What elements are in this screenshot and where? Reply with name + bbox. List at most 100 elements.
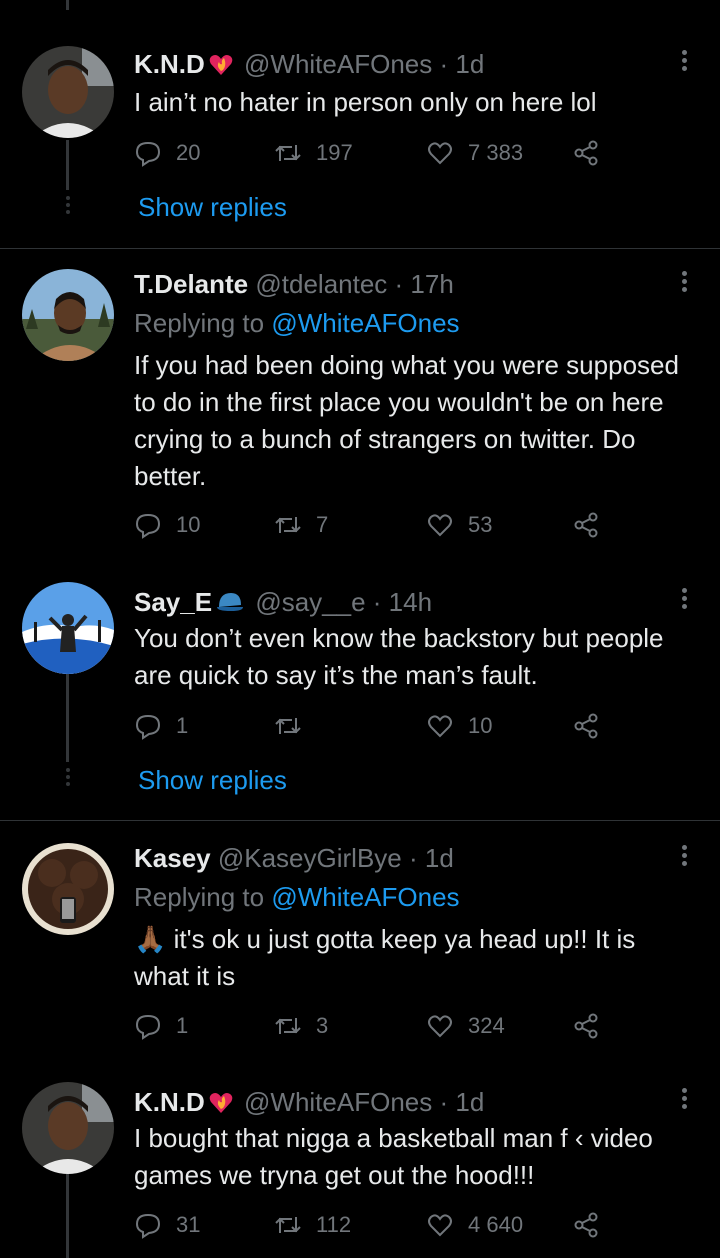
more-icon[interactable] bbox=[676, 845, 692, 869]
replying-prefix: Replying to bbox=[134, 882, 265, 912]
reply-icon bbox=[135, 1014, 161, 1040]
tweet-text: 🙏🏾 it's ok u just gotta keep ya head up!… bbox=[134, 921, 694, 995]
author-handle[interactable]: @tdelantec bbox=[255, 269, 387, 299]
share-button[interactable] bbox=[572, 711, 600, 741]
share-button[interactable] bbox=[572, 510, 600, 540]
reply-count: 31 bbox=[176, 1212, 201, 1237]
retweet-icon bbox=[275, 145, 301, 161]
tweet[interactable]: Kasey @KaseyGirlBye · 1d Replying to @Wh… bbox=[0, 821, 720, 1067]
tweet-header: Kasey @KaseyGirlBye · 1d bbox=[134, 842, 454, 874]
like-icon bbox=[428, 1214, 452, 1237]
tweet-time: · 14h bbox=[372, 587, 433, 617]
tweet-actions: 20 197 7 383 bbox=[134, 138, 614, 168]
mention-link[interactable]: @WhiteAFOnes bbox=[271, 882, 459, 912]
share-icon bbox=[574, 713, 598, 739]
tweet-text: If you had been doing what you were supp… bbox=[134, 350, 679, 491]
show-replies-link[interactable]: Show replies bbox=[138, 765, 287, 796]
replying-to: Replying to @WhiteAFOnes bbox=[134, 307, 460, 339]
like-count: 324 bbox=[468, 1013, 505, 1038]
retweet-count: 3 bbox=[316, 1013, 329, 1038]
reply-count: 1 bbox=[176, 713, 189, 738]
tweet-header: K.N.D @WhiteAFOnes · 1d bbox=[134, 48, 484, 84]
reply-button[interactable]: 31 bbox=[134, 1210, 200, 1240]
share-icon bbox=[574, 140, 598, 166]
author-name[interactable]: K.N.D bbox=[134, 49, 205, 79]
show-replies-link[interactable]: Show replies bbox=[138, 192, 287, 223]
replying-prefix: Replying to bbox=[134, 308, 265, 338]
retweet-icon bbox=[275, 1018, 301, 1034]
retweet-count: 7 bbox=[316, 512, 329, 537]
tweet-actions: 10 7 53 bbox=[134, 510, 614, 540]
tweet[interactable]: K.N.D @WhiteAFOnes · 1d I ain’t no hater… bbox=[0, 0, 720, 248]
reply-count: 20 bbox=[176, 140, 201, 165]
author-handle[interactable]: @WhiteAFOnes bbox=[244, 1087, 432, 1117]
tweet[interactable]: Say_E @say__e · 14h You don’t even know … bbox=[0, 570, 720, 820]
tweet-time: · 1d bbox=[439, 1087, 485, 1117]
like-count: 4 640 bbox=[468, 1212, 524, 1237]
share-icon bbox=[574, 512, 598, 538]
retweet-button[interactable]: 3 bbox=[274, 1011, 328, 1041]
reply-icon bbox=[135, 714, 161, 740]
like-icon bbox=[428, 1015, 452, 1038]
tweet-text: I bought that nigga a basketball man f ‹… bbox=[134, 1123, 653, 1190]
like-icon bbox=[428, 142, 452, 165]
author-name[interactable]: Say_E bbox=[134, 587, 212, 617]
reply-button[interactable]: 10 bbox=[134, 510, 200, 540]
like-button[interactable]: 324 bbox=[426, 1011, 505, 1041]
tweet[interactable]: K.N.D @WhiteAFOnes · 1d I bought that ni… bbox=[0, 1068, 720, 1258]
retweet-button[interactable]: 112 bbox=[274, 1210, 351, 1240]
retweet-button[interactable] bbox=[274, 711, 316, 741]
like-icon bbox=[428, 715, 452, 738]
reply-icon bbox=[135, 513, 161, 539]
share-button[interactable] bbox=[572, 1011, 600, 1041]
pray-emoji: 🙏🏾 bbox=[134, 924, 167, 954]
like-icon bbox=[428, 514, 452, 537]
retweet-count: 197 bbox=[316, 140, 353, 165]
avatar[interactable] bbox=[22, 269, 114, 361]
more-icon[interactable] bbox=[676, 588, 692, 612]
reply-button[interactable]: 1 bbox=[134, 1011, 188, 1041]
heart-fire-emoji bbox=[208, 51, 234, 84]
like-count: 53 bbox=[468, 512, 493, 537]
tweet-time: · 17h bbox=[394, 269, 454, 299]
author-name[interactable]: Kasey bbox=[134, 843, 211, 873]
share-button[interactable] bbox=[572, 1210, 600, 1240]
like-button[interactable]: 4 640 bbox=[426, 1210, 523, 1240]
avatar[interactable] bbox=[22, 582, 114, 674]
share-button[interactable] bbox=[572, 138, 600, 168]
retweet-button[interactable]: 7 bbox=[274, 510, 328, 540]
author-handle[interactable]: @say__e bbox=[255, 587, 365, 617]
share-icon bbox=[574, 1013, 598, 1039]
tweet-actions: 1 3 324 bbox=[134, 1011, 614, 1041]
more-icon[interactable] bbox=[676, 50, 692, 74]
avatar[interactable] bbox=[22, 1082, 114, 1174]
tweet-text: You don’t even know the backstory but pe… bbox=[134, 623, 664, 690]
reply-button[interactable]: 20 bbox=[134, 138, 200, 168]
reply-icon bbox=[135, 1213, 161, 1239]
tweet-text: I ain’t no hater in person only on here … bbox=[134, 87, 597, 117]
author-handle[interactable]: @KaseyGirlBye bbox=[218, 843, 402, 873]
reply-button[interactable]: 1 bbox=[134, 711, 188, 741]
avatar[interactable] bbox=[22, 46, 114, 138]
heart-fire-emoji bbox=[208, 1089, 234, 1122]
like-count: 7 383 bbox=[468, 140, 524, 165]
more-icon[interactable] bbox=[676, 1088, 692, 1112]
retweet-button[interactable]: 197 bbox=[274, 138, 353, 168]
tweet[interactable]: T.Delante @tdelantec · 17h Replying to @… bbox=[0, 249, 720, 569]
mention-link[interactable]: @WhiteAFOnes bbox=[271, 308, 459, 338]
like-count: 10 bbox=[468, 713, 493, 738]
tweet-header: K.N.D @WhiteAFOnes · 1d bbox=[134, 1086, 484, 1122]
author-name[interactable]: K.N.D bbox=[134, 1087, 205, 1117]
more-icon[interactable] bbox=[676, 271, 692, 295]
author-name[interactable]: T.Delante bbox=[134, 269, 248, 299]
like-button[interactable]: 7 383 bbox=[426, 138, 523, 168]
reply-count: 10 bbox=[176, 512, 201, 537]
like-button[interactable]: 53 bbox=[426, 510, 492, 540]
retweet-icon bbox=[275, 517, 301, 533]
author-handle[interactable]: @WhiteAFOnes bbox=[244, 49, 432, 79]
share-icon bbox=[574, 1212, 598, 1238]
retweet-icon bbox=[275, 718, 301, 734]
avatar[interactable] bbox=[22, 843, 114, 935]
like-button[interactable]: 10 bbox=[426, 711, 492, 741]
reply-icon bbox=[135, 141, 161, 167]
